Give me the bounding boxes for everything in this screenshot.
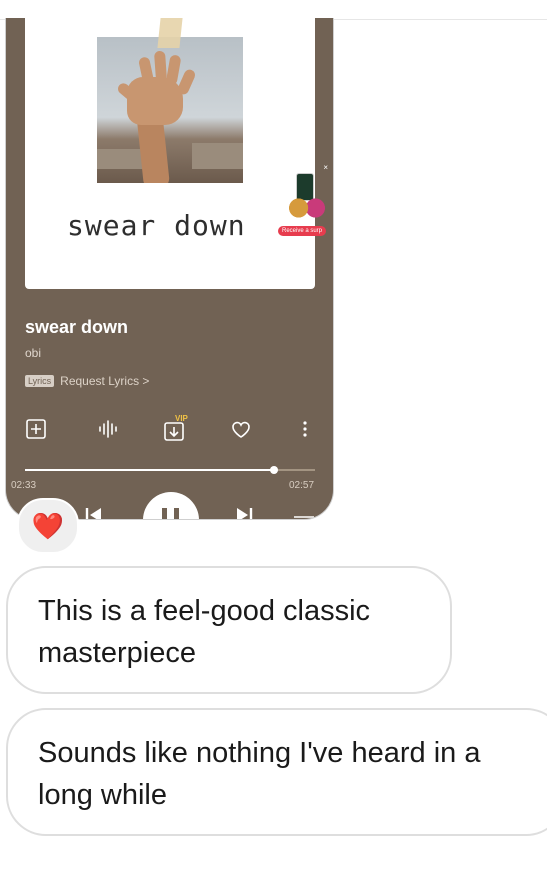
request-lyrics-link[interactable]: Request Lyrics > xyxy=(60,374,149,388)
ad-cta-button[interactable]: Receive a surp xyxy=(278,226,327,236)
progress-knob[interactable] xyxy=(270,466,279,474)
finger-shape xyxy=(153,50,168,82)
duration: 02:57 xyxy=(289,480,315,491)
vip-badge: VIP xyxy=(175,414,188,423)
current-time: 02:33 xyxy=(11,480,37,491)
message-text: This is a feel-good classic masterpiece xyxy=(38,595,371,669)
waveform-icon[interactable] xyxy=(97,418,121,440)
pause-button[interactable] xyxy=(143,492,199,519)
finger-shape xyxy=(176,67,197,97)
player-controls: VIP xyxy=(25,414,315,446)
lyrics-row: Lyrics Request Lyrics > xyxy=(25,374,149,388)
ad-close-icon[interactable]: × xyxy=(323,163,328,172)
heart-icon[interactable] xyxy=(229,418,253,440)
ad-products-image xyxy=(286,197,328,219)
album-cover: swear down xyxy=(25,18,315,289)
lyrics-badge: Lyrics xyxy=(25,375,55,387)
house-silhouette xyxy=(192,143,243,169)
more-options-icon[interactable] xyxy=(301,418,309,440)
message-bubble[interactable]: This is a feel-good classic masterpiece xyxy=(6,566,452,694)
ad-overlay[interactable]: × Receive a surp xyxy=(278,163,332,239)
cover-handwritten-title: swear down xyxy=(67,209,246,242)
song-title: swear down xyxy=(25,317,129,337)
finger-shape xyxy=(165,54,182,86)
add-to-playlist-icon[interactable] xyxy=(25,418,47,440)
shared-music-card[interactable]: swear down × Receive a surp swear down o… xyxy=(5,18,334,520)
download-vip-icon[interactable]: VIP xyxy=(163,414,189,442)
message-bubble[interactable]: Sounds like nothing I've heard in a long… xyxy=(6,708,547,836)
tape-decoration xyxy=(157,18,183,48)
progress-bar[interactable] xyxy=(25,466,315,474)
pause-icon xyxy=(162,508,167,519)
playlist-icon[interactable] xyxy=(293,512,315,519)
pause-icon xyxy=(174,508,179,519)
artist-name[interactable]: obi xyxy=(25,346,41,360)
previous-icon[interactable] xyxy=(85,508,103,519)
cover-photo xyxy=(97,37,243,183)
message-text: Sounds like nothing I've heard in a long… xyxy=(38,737,481,811)
heart-reaction[interactable]: ❤️ xyxy=(17,498,79,554)
next-icon[interactable] xyxy=(235,508,253,519)
progress-fill xyxy=(25,469,275,471)
